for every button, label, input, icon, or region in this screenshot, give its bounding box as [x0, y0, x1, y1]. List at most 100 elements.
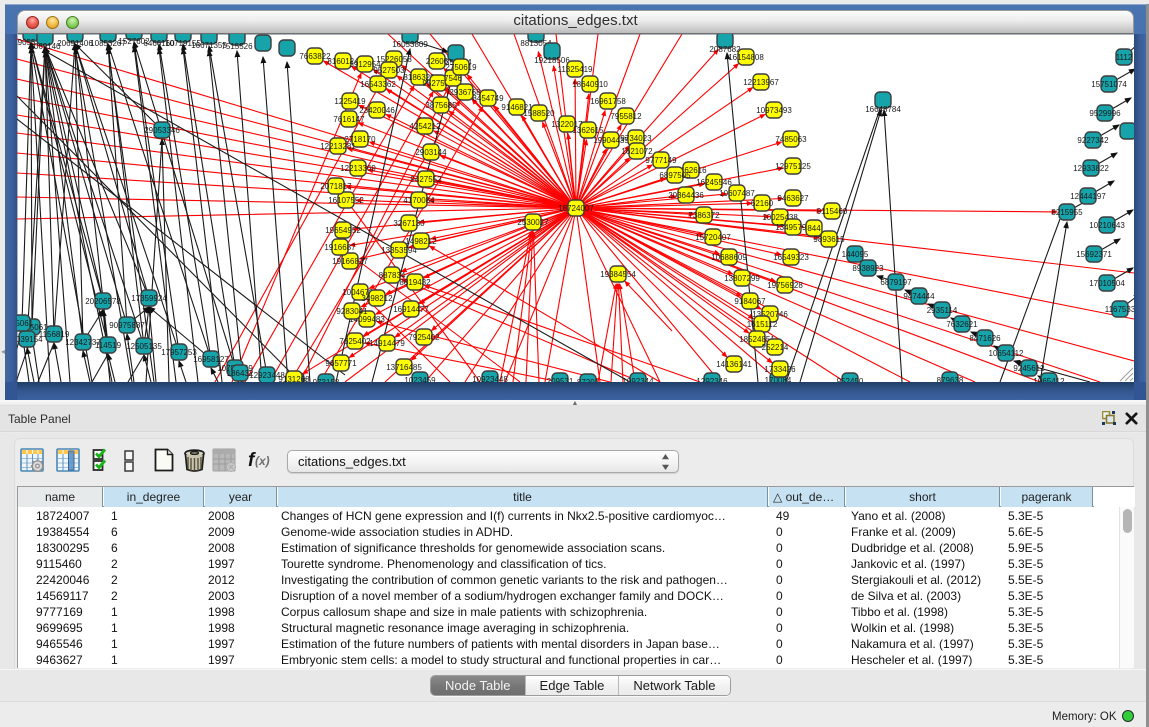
svg-text:6897505: 6897505 [659, 171, 691, 180]
svg-text:16549323: 16549323 [773, 253, 809, 262]
svg-text:7386372: 7386372 [688, 211, 720, 220]
svg-text:2750619: 2750619 [445, 63, 477, 72]
svg-text:1733426: 1733426 [764, 365, 796, 374]
svg-text:1167533: 1167533 [1105, 305, 1134, 314]
svg-text:17010504: 17010504 [1089, 279, 1125, 288]
svg-text:16053809: 16053809 [392, 40, 428, 49]
svg-text:87201: 87201 [577, 378, 600, 382]
svg-text:1065412: 1065412 [1033, 377, 1065, 382]
svg-text:3267130: 3267130 [393, 219, 425, 228]
svg-text:16154808: 16154808 [728, 53, 764, 62]
svg-text:23420046: 23420046 [359, 106, 395, 115]
svg-text:15751074: 15751074 [1091, 80, 1127, 89]
svg-text:16958127: 16958127 [193, 355, 229, 364]
svg-text:952450: 952450 [837, 377, 864, 382]
svg-text:15692371: 15692371 [1076, 250, 1112, 259]
svg-text:973158: 973158 [313, 378, 340, 382]
svg-text:252214: 252214 [762, 343, 789, 352]
svg-text:16543362: 16543362 [360, 80, 396, 89]
svg-text:15720407: 15720407 [695, 233, 731, 242]
svg-text:16914477: 16914477 [393, 305, 429, 314]
svg-text:1916687: 1916687 [324, 243, 356, 252]
svg-text:7632621: 7632621 [946, 320, 978, 329]
svg-text:114519: 114519 [95, 341, 122, 350]
svg-text:1615112: 1615112 [747, 320, 778, 329]
svg-text:10654112: 10654112 [989, 349, 1025, 358]
svg-text:4170084: 4170084 [403, 196, 435, 205]
svg-text:10973493: 10973493 [756, 106, 792, 115]
svg-text:1362615: 1362615 [572, 126, 604, 135]
svg-text:2935114: 2935114 [927, 306, 958, 315]
svg-text:12505135: 12505135 [126, 342, 162, 351]
svg-text:3498212: 3498212 [361, 294, 393, 303]
svg-text:17359924: 17359924 [131, 294, 167, 303]
svg-text:19166827: 19166827 [332, 257, 368, 266]
svg-text:1292346: 1292346 [696, 377, 728, 382]
svg-text:20364436: 20364436 [668, 191, 704, 200]
svg-text:12933822: 12933822 [1073, 164, 1109, 173]
svg-text:13807299: 13807299 [724, 274, 760, 283]
svg-text:29053346: 29053346 [144, 126, 180, 135]
svg-text:16245546: 16245546 [696, 178, 732, 187]
svg-text:9657771: 9657771 [325, 359, 357, 368]
svg-text:13716485: 13716485 [386, 363, 422, 372]
svg-text:19756928: 19756928 [767, 281, 803, 290]
svg-text:10923448: 10923448 [472, 375, 508, 382]
svg-text:12975125: 12975125 [775, 162, 811, 171]
svg-text:9115460: 9115460 [817, 207, 848, 216]
svg-text:18640910: 18640910 [572, 80, 608, 89]
svg-text:6879197: 6879197 [880, 278, 912, 287]
svg-text:19384554: 19384554 [600, 270, 636, 279]
svg-text:9427552: 9427552 [410, 175, 442, 184]
svg-text:9527503: 9527503 [373, 66, 405, 75]
svg-text:9529996: 9529996 [1089, 109, 1121, 118]
svg-text:2530027: 2530027 [517, 218, 549, 227]
svg-text:12213281: 12213281 [320, 142, 356, 151]
svg-text:18724007: 18724007 [558, 204, 594, 213]
svg-text:7485063: 7485063 [775, 135, 807, 144]
svg-text:4254212: 4254212 [409, 122, 441, 131]
svg-text:1588520: 1588520 [523, 109, 555, 118]
svg-text:10688609: 10688609 [711, 253, 747, 262]
svg-text:20691406: 20691406 [57, 39, 93, 48]
svg-text:19654952: 19654952 [325, 226, 361, 235]
svg-text:16961758: 16961758 [590, 97, 626, 106]
svg-text:9131268: 9131268 [278, 375, 310, 382]
svg-text:844: 844 [807, 224, 821, 233]
svg-text:(x): (x) [255, 454, 270, 468]
svg-text:9474444: 9474444 [903, 292, 935, 301]
svg-text:20206578: 20206578 [85, 297, 121, 306]
svg-text:3875685: 3875685 [425, 101, 457, 110]
svg-text:12213967: 12213967 [743, 78, 779, 87]
svg-text:7955812: 7955812 [610, 112, 642, 121]
svg-text:1225419: 1225419 [334, 97, 366, 106]
svg-text:19218506: 19218506 [534, 56, 570, 65]
svg-text:9734023: 9734023 [620, 134, 652, 143]
svg-text:2903144: 2903144 [415, 148, 447, 157]
svg-text:1023459: 1023459 [404, 376, 436, 382]
svg-text:1621072: 1621072 [621, 147, 653, 156]
svg-text:12444197: 12444197 [1070, 192, 1106, 201]
svg-text:879638: 879638 [937, 376, 964, 382]
svg-text:9184067: 9184067 [734, 297, 766, 306]
svg-text:11325419: 11325419 [558, 65, 594, 74]
svg-text:90975887: 90975887 [109, 321, 145, 330]
svg-text:7625402: 7625402 [339, 337, 371, 346]
svg-text:10210643: 10210643 [1089, 221, 1125, 230]
svg-text:8471626: 8471626 [969, 334, 1001, 343]
svg-text:62160: 62160 [751, 199, 774, 208]
svg-text:9777149: 9777149 [645, 156, 677, 165]
svg-text:8454749: 8454749 [472, 94, 504, 103]
svg-text:16648784: 16648784 [865, 105, 901, 114]
svg-text:85061: 85061 [17, 319, 34, 328]
svg-text:10607487: 10607487 [719, 189, 755, 198]
svg-text:13353594: 13353594 [381, 246, 417, 255]
svg-text:2071817: 2071817 [320, 182, 352, 191]
svg-text:1498212: 1498212 [405, 237, 437, 246]
svg-text:209531: 209531 [547, 377, 574, 382]
svg-text:8215955: 8215955 [1051, 208, 1083, 217]
svg-text:7663822: 7663822 [299, 52, 331, 61]
svg-text:1092344: 1092344 [622, 377, 654, 382]
svg-text:9893615: 9893615 [813, 235, 845, 244]
svg-text:8938923: 8938923 [852, 264, 884, 273]
